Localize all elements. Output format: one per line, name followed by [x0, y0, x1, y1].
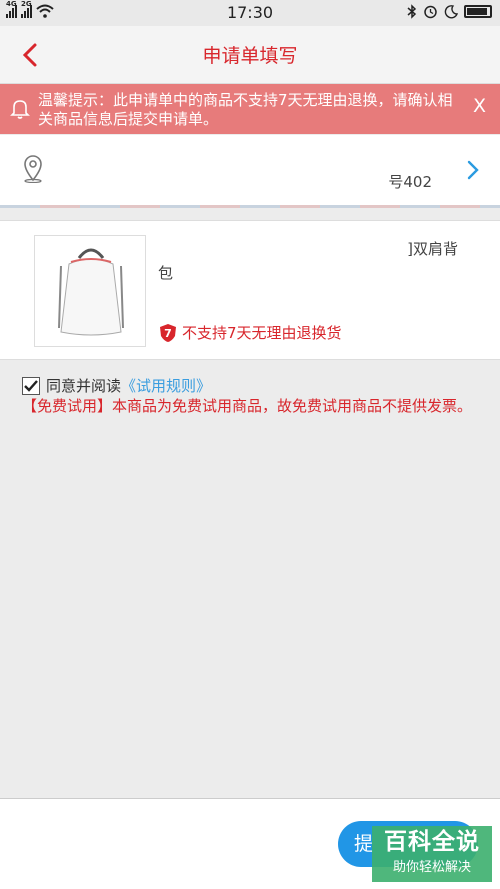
notice-close-button[interactable]: X [473, 95, 486, 117]
alarm-icon [424, 5, 437, 19]
product-name-line1: ]双肩背 [407, 240, 458, 258]
notice-text: 温馨提示：此申请单中的商品不支持7天无理由退换，请确认相关商品信息后提交申请单。 [38, 91, 453, 128]
address-text: 号402 [388, 173, 432, 191]
product-image[interactable] [34, 235, 146, 347]
address-divider [0, 205, 500, 208]
status-icons [407, 4, 492, 19]
notice-banner: 温馨提示：此申请单中的商品不支持7天无理由退换，请确认相关商品信息后提交申请单。… [0, 84, 500, 134]
return-policy-text: 不支持7天无理由退换货 [182, 324, 342, 342]
product-name-line2: 包 [158, 264, 174, 282]
moon-icon [444, 4, 458, 18]
agreement-row: 同意并阅读 《试用规则》 [22, 375, 211, 396]
agree-checkbox[interactable] [22, 376, 40, 395]
trial-rules-link[interactable]: 《试用规则》 [121, 375, 211, 396]
bluetooth-icon [407, 4, 417, 19]
no-return-badge-icon: 7 [160, 324, 176, 342]
product-card: ]双肩背 包 7 不支持7天无理由退换货 [0, 220, 500, 360]
header-bar: 申请单填写 [0, 26, 500, 84]
watermark-subtitle: 助你轻松解决 [392, 860, 471, 875]
battery-icon [464, 5, 492, 18]
watermark-logo: 百科全说 助你轻松解决 [372, 826, 492, 882]
location-pin-icon [24, 155, 42, 183]
agree-label: 同意并阅读 [46, 377, 122, 395]
watermark-title: 百科全说 [384, 829, 480, 855]
checkmark-icon [24, 379, 38, 392]
page-title: 申请单填写 [202, 45, 298, 67]
policy-badge-number: 7 [164, 327, 172, 340]
backpack-image [58, 248, 124, 336]
status-bar: 4G 2G 17:30 [0, 0, 500, 26]
bell-icon [10, 100, 30, 119]
product-name[interactable]: ]双肩背 包 [158, 237, 458, 285]
chevron-right-icon [467, 160, 479, 180]
free-trial-note: 【免费试用】本商品为免费试用商品，故免费试用商品不提供发票。 [22, 397, 473, 415]
address-selector[interactable]: 号402 [0, 135, 500, 205]
